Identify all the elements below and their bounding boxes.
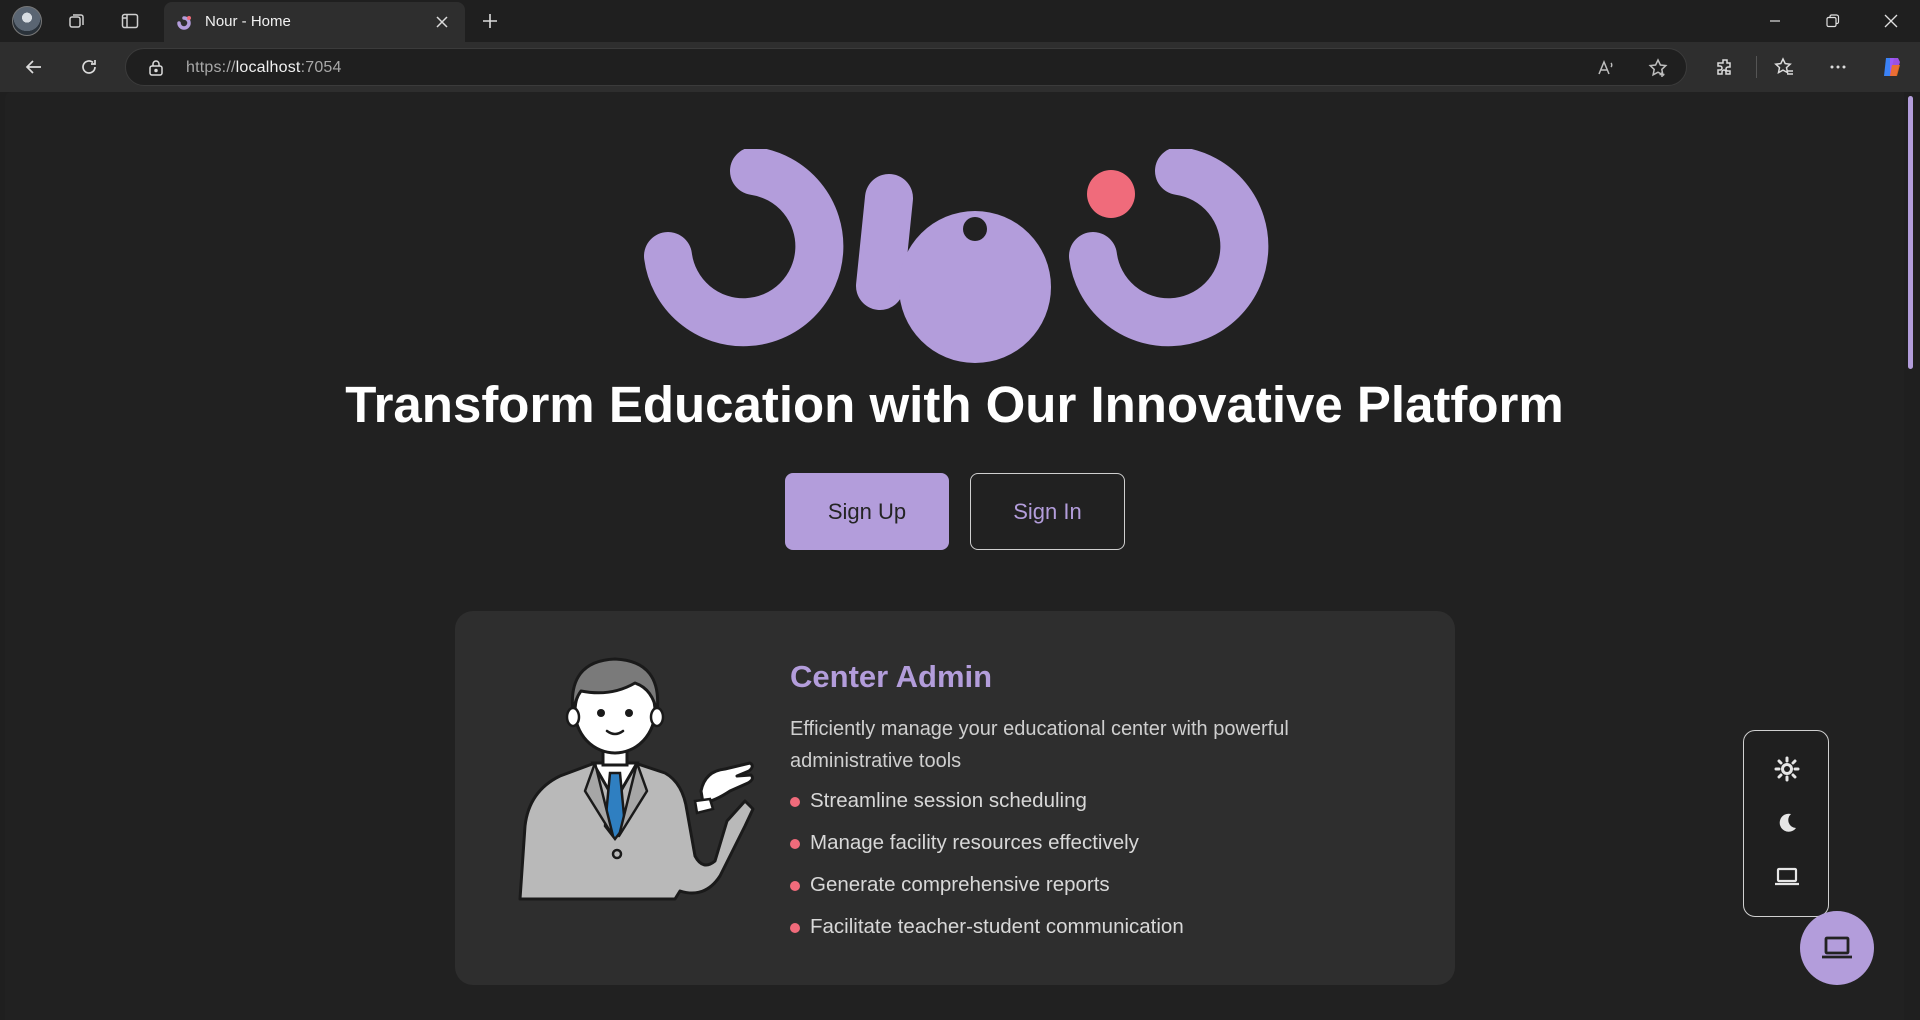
- close-window-icon[interactable]: [1868, 4, 1914, 38]
- refresh-icon[interactable]: [73, 51, 105, 83]
- browser-toolbar: https://localhost:7054: [0, 42, 1920, 92]
- url-text: https://localhost:7054: [186, 59, 342, 76]
- feature-list: Streamline session scheduling Manage fac…: [790, 788, 1184, 956]
- card-description: Efficiently manage your educational cent…: [790, 718, 1289, 772]
- bullet-dot: [790, 797, 800, 807]
- tab-favicon-icon: [177, 16, 191, 30]
- sign-in-button[interactable]: Sign In: [970, 473, 1125, 550]
- admin-illustration: [518, 657, 755, 901]
- tab-close-icon[interactable]: [430, 10, 454, 34]
- back-icon[interactable]: [18, 51, 50, 83]
- sun-icon[interactable]: [1765, 749, 1809, 789]
- page-scrollbar[interactable]: [1904, 92, 1920, 1020]
- scrollbar-thumb[interactable]: [1908, 96, 1913, 369]
- vertical-tabs-icon[interactable]: [114, 5, 146, 37]
- browser-tab-strip: Nour - Home: [0, 0, 1920, 42]
- feature-item: Generate comprehensive reports: [790, 872, 1184, 914]
- favorites-icon[interactable]: [1768, 51, 1800, 83]
- bullet-dot: [790, 923, 800, 933]
- more-options-icon[interactable]: [1822, 51, 1854, 83]
- favorite-star-icon[interactable]: [1648, 58, 1668, 78]
- bullet-dot: [790, 881, 800, 891]
- minimize-icon[interactable]: [1752, 4, 1798, 38]
- toolbar-divider: [1756, 56, 1757, 78]
- tab-title: Nour - Home: [205, 13, 291, 30]
- sign-up-button[interactable]: Sign Up: [785, 473, 949, 550]
- copilot-icon[interactable]: [1876, 51, 1908, 83]
- page-content: Transform Education with Our Innovative …: [5, 92, 1904, 1020]
- extensions-icon[interactable]: [1709, 51, 1741, 83]
- bullet-dot: [790, 839, 800, 849]
- laptop-icon: [1822, 936, 1852, 959]
- nour-logo: [644, 149, 1269, 363]
- workspaces-icon[interactable]: [61, 5, 93, 37]
- card-title: Center Admin: [790, 659, 993, 694]
- feature-item: Streamline session scheduling: [790, 788, 1184, 830]
- moon-icon[interactable]: [1765, 803, 1809, 843]
- center-admin-card: Center Admin Efficiently manage your edu…: [455, 611, 1455, 985]
- hero-title: Transform Education with Our Innovative …: [345, 376, 1564, 433]
- address-bar[interactable]: https://localhost:7054: [125, 48, 1687, 86]
- lock-icon[interactable]: [148, 59, 164, 76]
- read-aloud-icon[interactable]: [1596, 58, 1616, 78]
- laptop-icon[interactable]: [1765, 857, 1809, 897]
- restore-icon[interactable]: [1810, 4, 1856, 38]
- theme-switcher-panel: [1743, 730, 1829, 917]
- feature-item: Facilitate teacher-student communication: [790, 914, 1184, 956]
- tab-active[interactable]: Nour - Home: [164, 2, 465, 42]
- profile-avatar[interactable]: [12, 6, 42, 36]
- new-tab-icon[interactable]: [474, 5, 506, 37]
- theme-toggle-fab[interactable]: [1800, 911, 1874, 985]
- feature-item: Manage facility resources effectively: [790, 830, 1184, 872]
